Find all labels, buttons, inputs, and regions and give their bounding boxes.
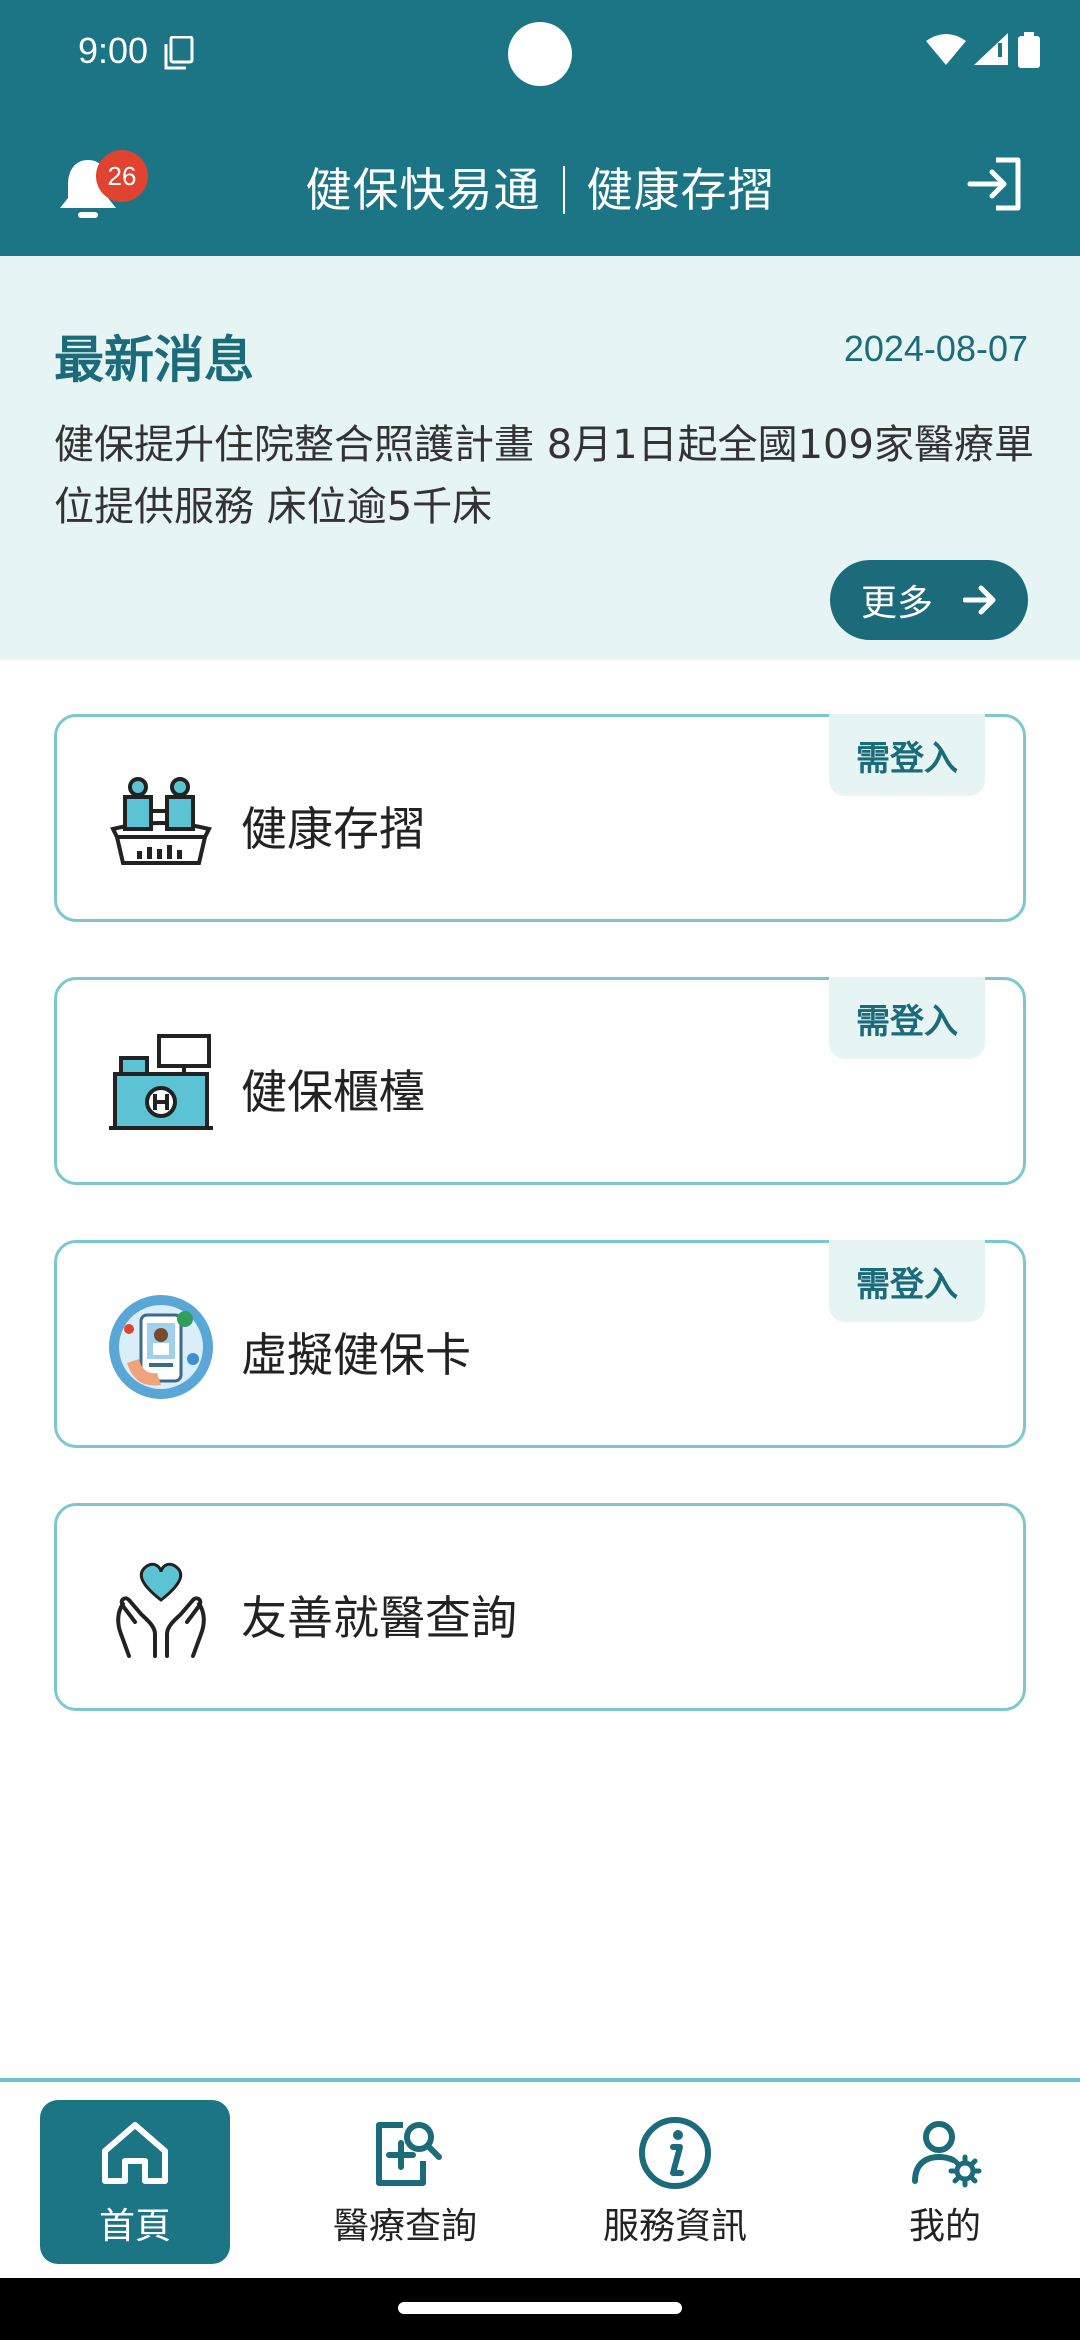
service-counter-icon [109, 1034, 213, 1130]
nav-label: 醫療查詢 [332, 2206, 477, 2247]
nav-my-account[interactable]: 我的 [850, 2100, 1040, 2264]
status-time: 9:00 [78, 30, 149, 71]
service-counter-card[interactable]: 健保櫃檯 需登入 [54, 977, 1026, 1185]
card-label: 健康存摺 [241, 802, 425, 856]
news-headline[interactable]: 健保提升住院整合照護計畫 8月1日起全國109家醫療單位提供服務 床位逾5千床 [54, 414, 1034, 538]
nav-service-info[interactable]: 服務資訊 [580, 2100, 770, 2264]
heart-hands-icon [116, 1562, 206, 1658]
screenshot-icon [164, 36, 194, 70]
home-icon [102, 2122, 168, 2184]
user-settings-icon [912, 2121, 982, 2188]
app-bar: 26 健保快易通 健康存摺 [0, 110, 1080, 256]
more-button-label: 更多 [860, 583, 933, 624]
nav-label: 首頁 [98, 2206, 171, 2247]
nav-label: 我的 [908, 2206, 981, 2247]
nav-label: 服務資訊 [602, 2206, 747, 2247]
signal-icon [974, 33, 1008, 65]
card-label: 虛擬健保卡 [241, 1328, 471, 1382]
nav-medical-search[interactable]: 醫療查詢 [310, 2100, 500, 2264]
friendly-care-search-card[interactable]: 友善就醫查詢 [54, 1503, 1026, 1711]
page-title: 健保快易通 健康存摺 [0, 154, 1080, 220]
more-news-button[interactable]: 更多 [830, 560, 1028, 640]
news-heading: 最新消息 [54, 331, 254, 389]
news-date: 2024-08-07 [843, 328, 1028, 369]
nav-home[interactable]: 首頁 [40, 2100, 230, 2264]
section-name: 健康存摺 [586, 163, 775, 217]
medical-search-icon [376, 2122, 442, 2186]
virtual-card-icon [109, 1295, 213, 1399]
login-required-tag: 需登入 [829, 977, 985, 1059]
health-passbook-card[interactable]: 健康存摺 需登入 [54, 714, 1026, 922]
status-bar: 9:00 [0, 0, 1080, 110]
health-passbook-icon [110, 777, 212, 865]
info-icon [639, 2117, 711, 2189]
camera-cutout [508, 22, 572, 86]
home-gesture-handle[interactable] [398, 2302, 682, 2314]
login-icon[interactable] [966, 154, 1026, 214]
virtual-card-card[interactable]: 虛擬健保卡 需登入 [54, 1240, 1026, 1448]
app-screen: 9:00 26 健保快易通 健康存摺 最新消息 2024-08-07 健保提升住… [0, 0, 1080, 2340]
title-divider [562, 166, 565, 214]
login-required-tag: 需登入 [829, 714, 985, 796]
news-section: 最新消息 2024-08-07 健保提升住院整合照護計畫 8月1日起全國109家… [0, 256, 1080, 660]
card-label: 健保櫃檯 [241, 1065, 425, 1119]
card-label: 友善就醫查詢 [241, 1591, 517, 1645]
wifi-icon [926, 34, 966, 65]
bottom-navigation: 首頁 醫療查詢 服務資訊 我的 [0, 2078, 1080, 2278]
system-navigation-bar [0, 2278, 1080, 2340]
status-icons [926, 32, 1040, 68]
battery-icon [1018, 32, 1040, 68]
arrow-right-icon [963, 585, 996, 615]
app-name: 健保快易通 [305, 163, 541, 217]
login-required-tag: 需登入 [829, 1240, 985, 1322]
